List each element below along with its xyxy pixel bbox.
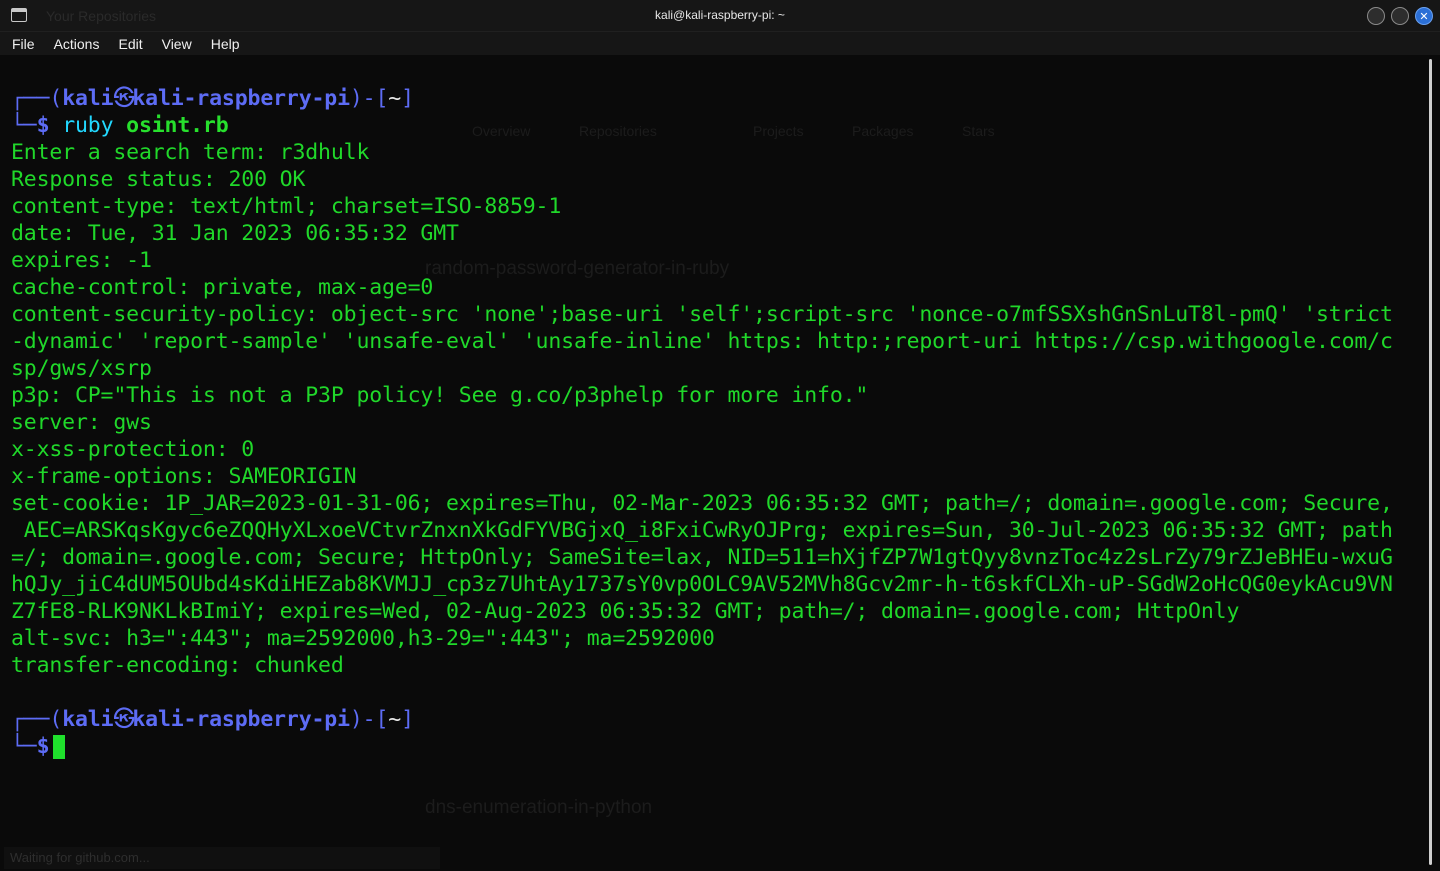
prompt-dir: ~	[388, 707, 402, 732]
output-line: =/; domain=.google.com; Secure; HttpOnly…	[11, 545, 1393, 570]
menu-edit[interactable]: Edit	[115, 36, 145, 52]
output-line: x-frame-options: SAMEORIGIN	[11, 464, 357, 489]
output-line: set-cookie: 1P_JAR=2023-01-31-06; expire…	[11, 491, 1393, 516]
menu-help[interactable]: Help	[208, 36, 243, 52]
output-line: server: gws	[11, 410, 152, 435]
command-line: └─$ ruby osint.rb	[11, 113, 229, 138]
prompt-user: kali	[62, 86, 114, 111]
output-line: Response status: 200 OK	[11, 167, 306, 192]
output-line: Enter a search term: r3dhulk	[11, 140, 370, 165]
terminal-output[interactable]: ┌──(kali㉿kali-raspberry-pi)-[~] └─$ ruby…	[0, 55, 1420, 871]
output-line: Z7fE8-RLK9NKLkBImiY; expires=Wed, 02-Aug…	[11, 599, 1240, 624]
prompt-dir: ~	[388, 86, 402, 111]
output-line: hQJy_jiC4dUM5OUbd4sKdiHEZab8KVMJJ_cp3z7U…	[11, 572, 1393, 597]
output-line: sp/gws/xsrp	[11, 356, 152, 381]
output-line: p3p: CP="This is not a P3P policy! See g…	[11, 383, 869, 408]
terminal-window: random-password-generator-in-ruby dns-en…	[0, 0, 1440, 871]
prompt-host: kali-raspberry-pi	[132, 86, 350, 111]
output-line: transfer-encoding: chunked	[11, 653, 344, 678]
scrollbar[interactable]	[1420, 55, 1440, 871]
output-line: date: Tue, 31 Jan 2023 06:35:32 GMT	[11, 221, 459, 246]
maximize-button[interactable]	[1391, 7, 1409, 25]
scrollbar-thumb[interactable]	[1429, 59, 1432, 865]
command-argument: osint.rb	[126, 113, 229, 138]
output-line: content-security-policy: object-src 'non…	[11, 302, 1393, 327]
menu-actions[interactable]: Actions	[51, 36, 103, 52]
command-program: ruby	[62, 113, 114, 138]
close-button[interactable]: ✕	[1415, 7, 1433, 25]
output-line: alt-svc: h3=":443"; ma=2592000,h3-29=":4…	[11, 626, 715, 651]
prompt-host: kali-raspberry-pi	[132, 707, 350, 732]
output-line: AEC=ARSKqsKgyc6eZQQHyXLxoeVCtvrZnxnXkGdF…	[11, 518, 1393, 543]
prompt-symbol: $	[36, 113, 50, 138]
kali-symbol-icon: ㉿	[113, 707, 135, 732]
output-line: x-xss-protection: 0	[11, 437, 255, 462]
kali-symbol-icon: ㉿	[113, 86, 135, 111]
text-cursor[interactable]	[53, 735, 66, 759]
menu-view[interactable]: View	[159, 36, 195, 52]
output-line: expires: -1	[11, 248, 152, 273]
window-title: kali@kali-raspberry-pi: ~	[655, 8, 785, 22]
input-line[interactable]: └─$	[11, 733, 1420, 760]
title-bar: Your Repositories kali@kali-raspberry-pi…	[0, 0, 1440, 32]
output-line: -dynamic' 'report-sample' 'unsafe-eval' …	[11, 329, 1393, 354]
prompt-line: ┌──(kali㉿kali-raspberry-pi)-[~]	[11, 86, 414, 111]
output-line: cache-control: private, max-age=0	[11, 275, 434, 300]
ghost-status-bar: Waiting for github.com...	[4, 847, 440, 869]
minimize-button[interactable]	[1367, 7, 1385, 25]
output-line: content-type: text/html; charset=ISO-885…	[11, 194, 562, 219]
prompt-line: ┌──(kali㉿kali-raspberry-pi)-[~]	[11, 707, 414, 732]
prompt-symbol: $	[36, 734, 50, 759]
prompt-user: kali	[62, 707, 114, 732]
menu-bar: File Actions Edit View Help	[0, 32, 1440, 55]
menu-file[interactable]: File	[9, 36, 38, 52]
